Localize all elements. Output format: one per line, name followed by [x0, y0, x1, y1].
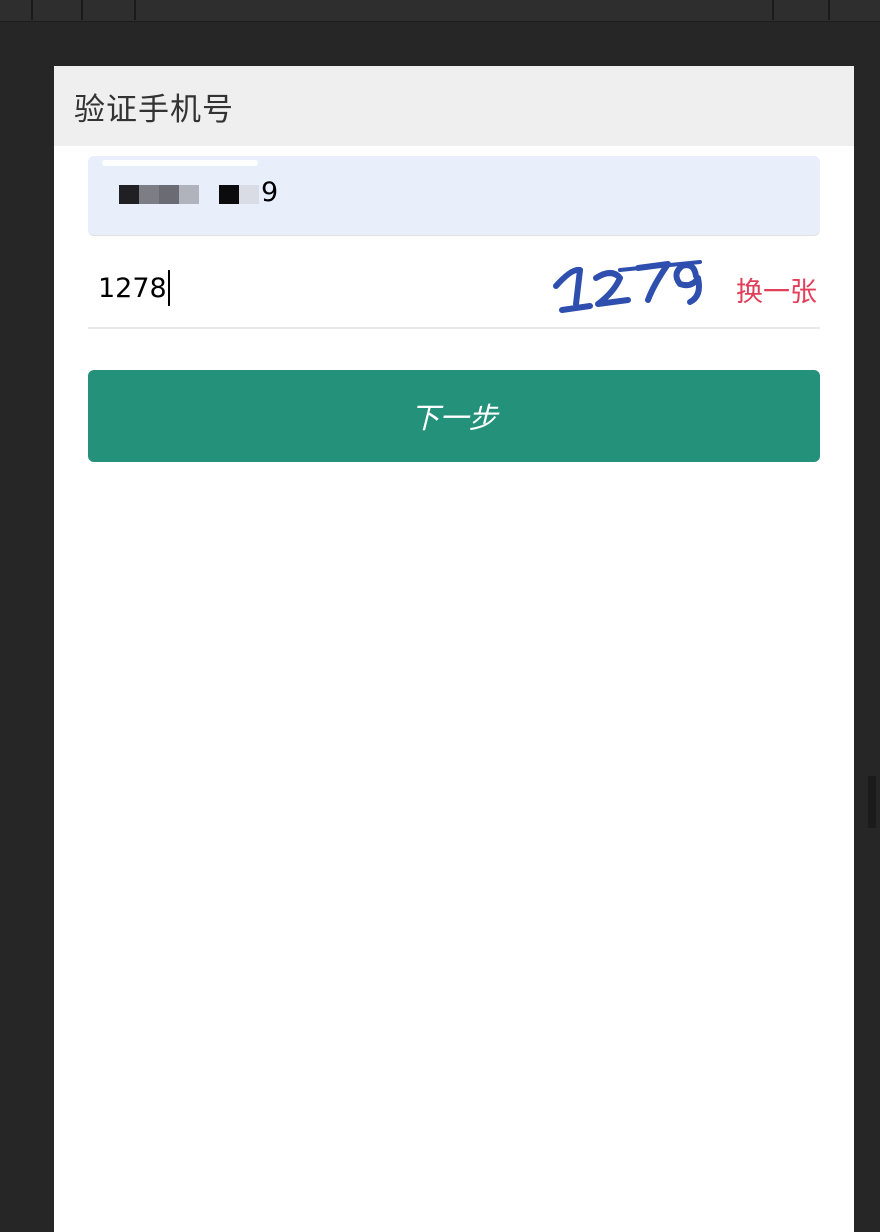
captcha-noise	[559, 303, 593, 313]
toolbar-divider	[31, 0, 33, 20]
captcha-input[interactable]: 1278	[98, 268, 170, 308]
captcha-input-value: 1278	[98, 272, 167, 304]
window-top-bar	[0, 0, 880, 22]
captcha-glyph	[673, 262, 702, 305]
field-highlight	[102, 160, 258, 166]
toolbar-divider	[134, 0, 136, 20]
masked-phone-number	[119, 185, 279, 205]
toolbar-divider	[772, 0, 774, 20]
next-step-button[interactable]: 下一步	[88, 370, 820, 462]
toolbar-divider	[828, 0, 830, 20]
refresh-captcha-link[interactable]: 换一张	[736, 270, 817, 309]
text-caret	[167, 270, 170, 306]
dialog-title: 验证手机号	[74, 91, 234, 128]
captcha-row: 1278 换一张	[88, 238, 820, 329]
phone-number-field[interactable]: 9	[88, 156, 820, 236]
resize-handle[interactable]	[868, 776, 876, 828]
captcha-glyph	[593, 270, 631, 307]
phone-number-tail: 9	[261, 177, 279, 208]
toolbar-divider	[81, 0, 83, 20]
captcha-image[interactable]	[550, 254, 712, 318]
verify-phone-dialog: 验证手机号 9 1278 换一张 下一步	[54, 66, 854, 1232]
captcha-glyph	[553, 266, 583, 307]
dialog-header: 验证手机号	[54, 66, 854, 146]
